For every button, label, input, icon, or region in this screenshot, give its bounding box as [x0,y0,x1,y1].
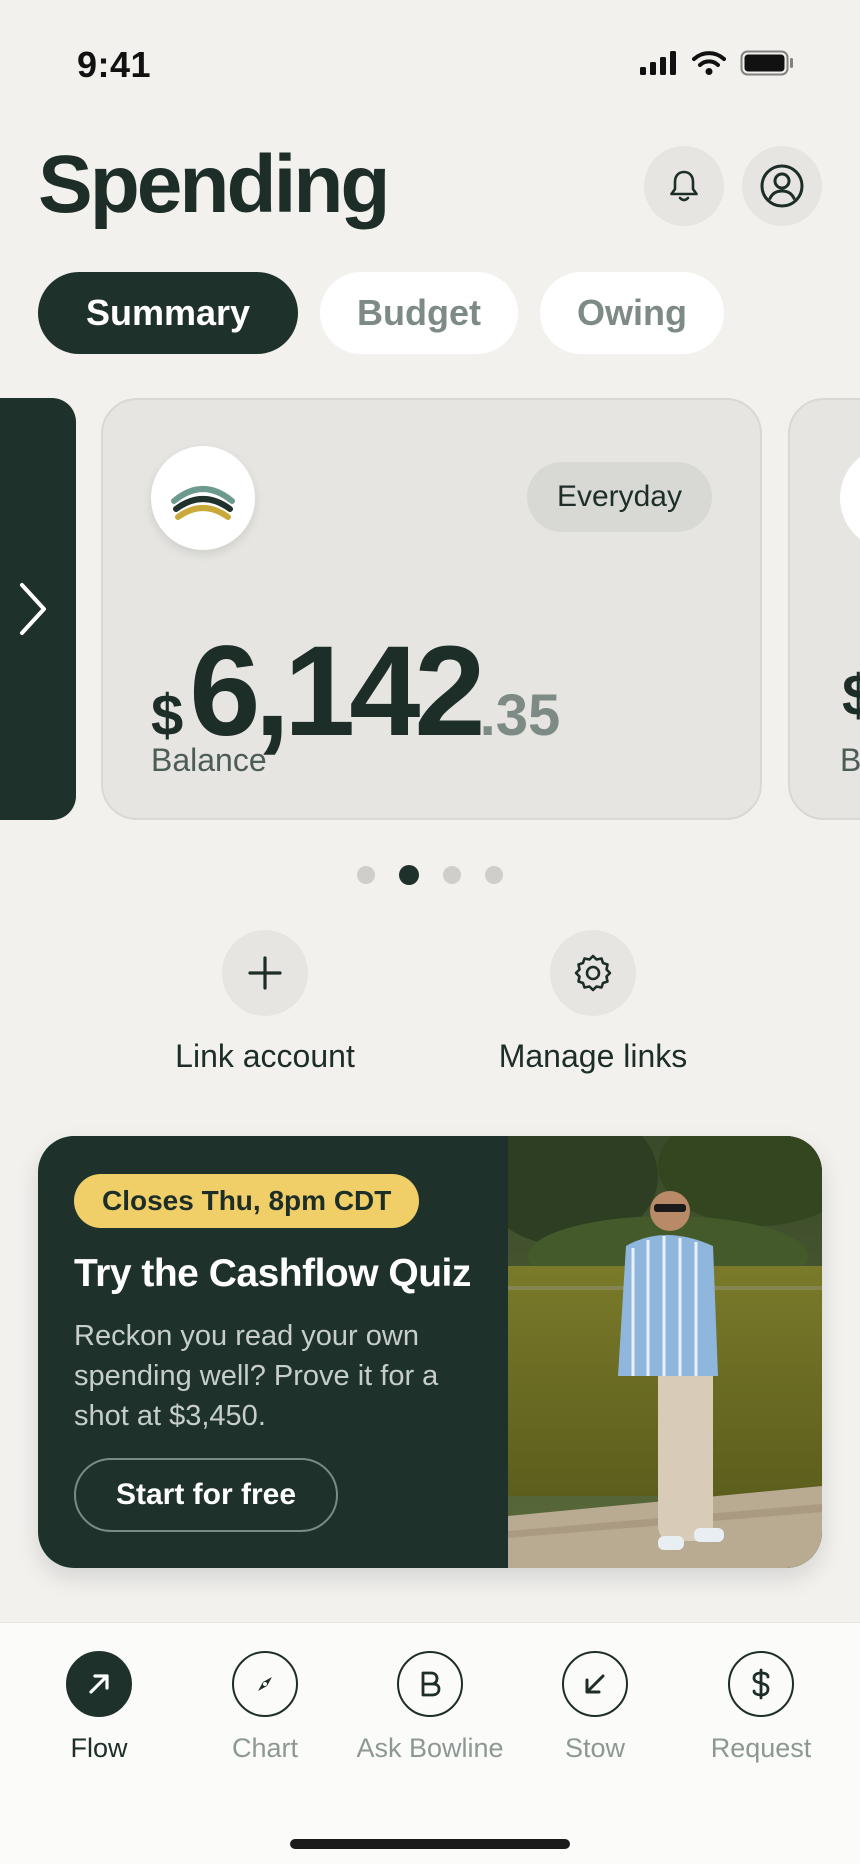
tab-summary[interactable]: Summary [38,272,298,354]
balance-label: Balance [151,742,267,778]
manage-links-button[interactable] [550,930,636,1016]
segment-tabs: Summary Budget Owing [38,272,724,354]
nav-flow[interactable]: Flow [13,1651,185,1764]
nav-ask-bowline-label: Ask Bowline [356,1733,504,1763]
cellular-signal-icon [640,51,676,75]
promo-photo [508,1136,822,1568]
manage-links-action[interactable]: Manage links [453,930,733,1075]
balance-currency-symbol: $ [151,683,184,748]
header: Spending [38,140,822,230]
link-account-button[interactable] [222,930,308,1016]
nav-ask-bowline-button[interactable] [397,1651,463,1717]
page-dot[interactable] [443,866,461,884]
promo-deadline-badge: Closes Thu, 8pm CDT [74,1174,420,1228]
bowline-b-icon [421,1671,441,1697]
nav-chart-label: Chart [231,1733,299,1763]
carousel-pagination [0,865,860,885]
page-dot-active[interactable] [399,865,419,885]
promo-description: Reckon you read your own spending well? … [74,1320,439,1432]
battery-icon [740,50,793,76]
status-bar: 9:41 [0,0,860,130]
nav-chart-button[interactable] [232,1651,298,1717]
nav-ask-bowline[interactable]: Ask Bowline [344,1651,516,1764]
nav-stow[interactable]: Stow [509,1651,681,1764]
nav-stow-label: Stow [564,1733,626,1763]
plus-icon [248,956,282,990]
tab-budget[interactable]: Budget [320,272,518,354]
nav-stow-button[interactable] [562,1651,628,1717]
gear-icon [574,954,612,992]
nav-request-button[interactable] [728,1651,794,1717]
link-account-action[interactable]: Link account [125,930,405,1075]
profile-button[interactable] [742,146,822,226]
account-card[interactable]: Everyday $ 6,142 .35 Balance [101,398,762,820]
next-balance-label: B [840,742,860,778]
balance-cents: .35 [479,683,561,748]
account-type-badge: Everyday [526,462,712,532]
promo-card[interactable]: Closes Thu, 8pm CDT Try the Cashflow Qui… [38,1136,822,1568]
arrow-down-left-icon [585,1674,605,1694]
nav-flow-label: Flow [70,1733,128,1763]
manage-links-label: Manage links [498,1038,688,1074]
nav-request[interactable]: Request [675,1651,847,1764]
user-circle-icon [760,164,804,208]
bell-icon [670,170,698,202]
chevron-right-icon [20,583,46,635]
next-account-card[interactable]: $ B [788,398,860,820]
compass-icon [258,1677,272,1691]
nav-flow-button[interactable] [66,1651,132,1717]
page-dot[interactable] [357,866,375,884]
wifi-icon [692,51,726,75]
nav-request-label: Request [710,1733,812,1763]
previous-account-card[interactable] [0,398,76,820]
account-logo [151,446,255,550]
next-account-logo [840,446,860,550]
start-for-free-button[interactable]: Start for free [74,1458,339,1532]
arrow-up-right-icon [89,1674,109,1694]
page-title: Spending [38,139,391,230]
notifications-button[interactable] [644,146,724,226]
promo-title: Try the Cashflow Quiz [74,1252,471,1295]
link-account-label: Link account [175,1038,355,1074]
dollar-icon [752,1668,770,1700]
status-icons [640,50,794,76]
page-dot[interactable] [485,866,503,884]
tab-owing[interactable]: Owing [540,272,724,354]
status-time: 9:41 [77,44,152,85]
home-indicator [290,1839,570,1849]
next-balance-symbol: $ [842,662,860,729]
bottom-tab-bar: Flow Chart Ask Bowline Stow Request [0,1622,860,1864]
bank-arcs-icon [171,486,235,520]
account-carousel[interactable]: Everyday $ 6,142 .35 Balance $ B [0,398,860,820]
nav-chart[interactable]: Chart [179,1651,351,1764]
